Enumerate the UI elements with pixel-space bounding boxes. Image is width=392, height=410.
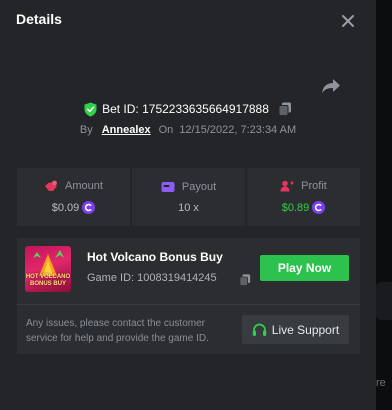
live-support-button[interactable]: Live Support [242,315,349,344]
game-thumbnail[interactable]: HOT VOLCANO BONUS BUY [25,246,71,292]
stat-label: Profit [301,180,327,192]
headset-icon [252,323,266,336]
backdrop-page [376,0,392,410]
close-icon[interactable] [338,11,358,31]
modal-header: Details [0,0,376,40]
bet-date: 12/15/2022, 7:23:34 AM [179,124,297,136]
game-id: Game ID: 1008319414245 [87,272,217,284]
stat-value: $0.09 [52,201,96,214]
profit-icon [280,180,294,192]
live-support-label: Live Support [271,322,340,337]
amount-icon [45,180,58,191]
backdrop-figure [374,282,392,320]
thumbnail-text: HOT VOLCANO BONUS BUY [25,274,71,287]
game-panel: HOT VOLCANO BONUS BUY Hot Volcano Bonus … [17,238,360,354]
backdrop-text-fragment: re [376,377,386,389]
coin-icon [82,201,96,214]
stat-label: Amount [65,180,103,192]
game-name: Hot Volcano Bonus Buy [87,250,223,264]
share-icon[interactable] [320,76,342,96]
bet-id-row: Bet ID: 1752233635664917888 [0,99,376,119]
bet-meta-row: By Annealex On 12/15/2022, 7:23:34 AM [0,121,376,139]
coin-icon [312,201,326,214]
divider [17,304,360,305]
on-label: On [158,124,174,136]
stat-profit: Profit $0.89 [247,168,360,226]
play-now-button[interactable]: Play Now [260,255,349,281]
payout-icon [161,181,175,192]
verified-shield-icon [84,102,97,116]
copy-icon[interactable] [278,102,292,116]
modal-title: Details [16,11,62,27]
bet-id: Bet ID: 1752233635664917888 [102,102,269,116]
stat-label: Payout [181,180,217,193]
support-text: Any issues, please contact the customer … [26,318,209,344]
stat-value: $0.89 [282,201,326,214]
details-modal: Details Bet ID: 1752233635664917888 By A… [0,0,376,410]
username-link[interactable]: Annealex [102,124,151,136]
by-label: By [79,124,93,136]
stat-value: 10 x [178,201,199,214]
copy-icon[interactable] [239,274,251,286]
bet-stats: Amount $0.09 Payout 10 x Profit $0.89 [17,168,360,226]
stat-payout: Payout 10 x [132,168,245,226]
stat-amount: Amount $0.09 [17,168,130,226]
